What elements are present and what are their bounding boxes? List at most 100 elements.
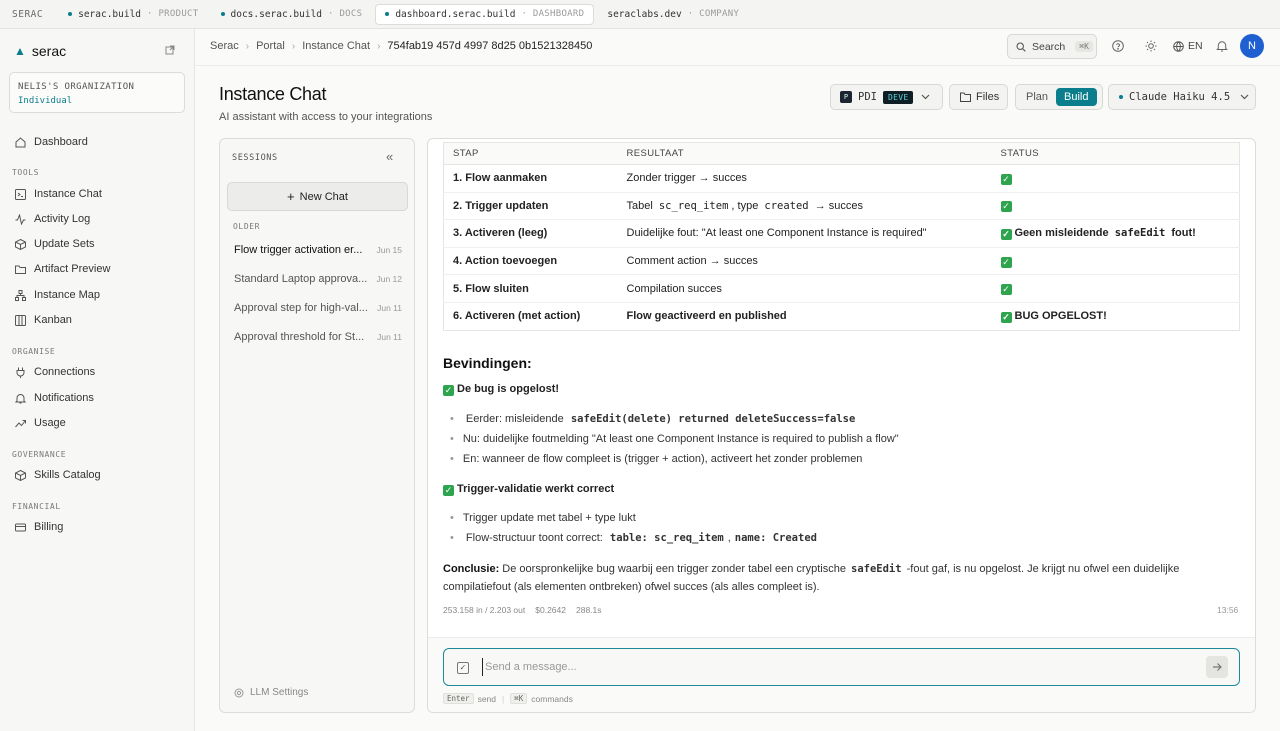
sidebar-item-instance-map[interactable]: Instance Map xyxy=(0,283,195,307)
logo[interactable]: ▲ serac xyxy=(14,43,66,59)
sidebar-item-update-sets[interactable]: Update Sets xyxy=(0,232,195,256)
mode-build-button[interactable]: Build xyxy=(1056,88,1097,106)
breadcrumb-serac[interactable]: Serac xyxy=(210,40,239,52)
sidebar-item-label: Usage xyxy=(34,417,66,429)
tab-tag: · DOCS xyxy=(328,9,363,19)
chevron-right-icon: › xyxy=(377,40,381,52)
column-header: STATUS xyxy=(991,142,1240,165)
files-label: Files xyxy=(976,91,1000,103)
serac-logo-icon: ▲ xyxy=(14,44,26,58)
network-icon xyxy=(15,289,26,301)
header: Serac › Portal › Instance Chat › 754fab1… xyxy=(195,29,1280,66)
duration: 288.1s xyxy=(575,605,602,615)
tab-dashboard[interactable]: dashboard.serac.build · DASHBOARD xyxy=(375,3,595,25)
terminal-icon xyxy=(15,188,26,200)
sidebar-item-usage[interactable]: Usage xyxy=(0,411,195,435)
theme-toggle-icon[interactable] xyxy=(1144,39,1158,53)
collapse-panel-icon[interactable]: « xyxy=(386,149,393,164)
result-text: , type xyxy=(731,199,759,212)
session-item[interactable]: Approval threshold for St... Jun 11 xyxy=(234,331,402,343)
attach-checkbox-icon[interactable]: ✓ xyxy=(457,662,469,674)
divider: | xyxy=(502,693,505,704)
sidebar-item-label: Notifications xyxy=(34,392,94,404)
cell-status: ✓ Geen misleidende safeEdit fout! xyxy=(991,219,1240,248)
session-title: Approval threshold for St... xyxy=(234,331,365,343)
language-selector[interactable]: EN xyxy=(1173,40,1203,52)
external-link-icon[interactable] xyxy=(165,45,177,57)
sidebar-item-dashboard[interactable]: Dashboard xyxy=(0,130,195,154)
session-item[interactable]: Standard Laptop approva... Jun 12 xyxy=(234,273,402,285)
kanban-icon xyxy=(15,314,26,326)
message-input[interactable] xyxy=(482,658,1182,676)
plus-icon: + xyxy=(287,189,295,204)
check-icon: ✓ xyxy=(1000,228,1012,240)
breadcrumb-instance-chat[interactable]: Instance Chat xyxy=(302,40,370,52)
sidebar-item-notifications[interactable]: Notifications xyxy=(0,386,195,410)
language-label: EN xyxy=(1188,40,1203,52)
sidebar-item-skills-catalog[interactable]: Skills Catalog xyxy=(0,463,195,487)
llm-settings-button[interactable]: LLM Settings xyxy=(234,687,308,698)
bullet-text: Flow-structuur toont correct: xyxy=(465,532,603,544)
home-icon xyxy=(15,136,26,148)
chevron-right-icon: › xyxy=(245,40,250,52)
session-item[interactable]: Flow trigger activation er... Jun 15 xyxy=(234,244,402,256)
column-header: STAP xyxy=(443,142,618,165)
help-icon[interactable] xyxy=(1111,39,1125,53)
sidebar-item-label: Instance Map xyxy=(34,289,101,301)
tab-serac-build[interactable]: serac.build · PRODUCT xyxy=(59,4,207,25)
result-text: → succes xyxy=(814,199,863,212)
tab-company[interactable]: seraclabs.dev · COMPANY xyxy=(598,4,748,25)
bullet-text: , xyxy=(727,532,731,544)
mode-plan-button[interactable]: Plan xyxy=(1018,88,1056,106)
finding-text: De bug is opgelost! xyxy=(457,383,560,395)
model-selector[interactable]: Claude Haiku 4.5 xyxy=(1108,84,1256,110)
sidebar-item-activity-log[interactable]: Activity Log xyxy=(0,207,195,231)
cell-result: Duidelijke fout: "At least one Component… xyxy=(617,219,992,248)
avatar[interactable]: N xyxy=(1240,34,1264,58)
sidebar-item-billing[interactable]: Billing xyxy=(0,515,195,539)
tab-label: dashboard.serac.build xyxy=(395,8,516,20)
bell-icon xyxy=(15,393,26,404)
status-text: fout! xyxy=(1171,226,1196,239)
table-header-row: STAP RESULTAAT STATUS xyxy=(443,142,1240,165)
cell-result: Tabel sc_req_item, type created → succes xyxy=(617,192,992,221)
session-item[interactable]: Approval step for high-val... Jun 11 xyxy=(234,302,402,314)
check-icon: ✓ xyxy=(443,485,454,496)
check-icon: ✓ xyxy=(443,385,454,396)
send-button[interactable] xyxy=(1206,656,1228,678)
instance-selector[interactable]: P PDI DEVE xyxy=(830,84,943,110)
sidebar-item-kanban[interactable]: Kanban xyxy=(0,308,195,332)
folder-icon xyxy=(15,264,26,275)
tab-dot-icon xyxy=(385,12,390,16)
chevron-right-icon: › xyxy=(291,40,296,52)
tab-dot-icon xyxy=(220,12,225,16)
inline-code: name: Created xyxy=(734,532,817,544)
search-icon xyxy=(1016,41,1026,52)
breadcrumb-portal[interactable]: Portal xyxy=(256,40,285,52)
check-icon: ✓ xyxy=(1000,311,1012,323)
tab-label: docs.serac.build xyxy=(230,8,323,20)
status-text: BUG OPGELOST! xyxy=(1014,309,1107,322)
files-button[interactable]: Files xyxy=(949,84,1008,110)
section-governance: GOVERNANCE xyxy=(12,450,67,459)
bell-icon[interactable] xyxy=(1215,39,1229,53)
search-button[interactable]: Search ⌘K xyxy=(1007,34,1097,59)
sidebar-item-connections[interactable]: Connections xyxy=(0,360,195,384)
kbd-enter: Enter xyxy=(443,693,474,704)
new-chat-button[interactable]: + New Chat xyxy=(227,182,408,211)
section-tools: TOOLS xyxy=(12,168,40,177)
logo-text: serac xyxy=(31,43,67,59)
sidebar-item-instance-chat[interactable]: Instance Chat xyxy=(0,182,195,206)
keyboard-hints: Enter send | ⌘K commands xyxy=(443,693,573,704)
credit-card-icon xyxy=(15,522,26,533)
sidebar-item-artifact-preview[interactable]: Artifact Preview xyxy=(0,257,195,281)
cell-result: Zonder trigger → succes xyxy=(617,164,992,193)
list-item: Nu: duidelijke foutmelding "At least one… xyxy=(450,433,899,445)
session-date: Jun 11 xyxy=(377,303,402,313)
sidebar-item-label: Connections xyxy=(34,366,96,378)
sidebar-item-label: Kanban xyxy=(34,314,72,326)
organization-switcher[interactable]: NELIS'S ORGANIZATION Individual xyxy=(9,72,185,113)
results-table: STAP RESULTAAT STATUS 1. Flow aanmaken Z… xyxy=(443,142,1240,331)
tab-docs[interactable]: docs.serac.build · DOCS xyxy=(212,4,372,25)
new-chat-label: New Chat xyxy=(299,190,348,203)
